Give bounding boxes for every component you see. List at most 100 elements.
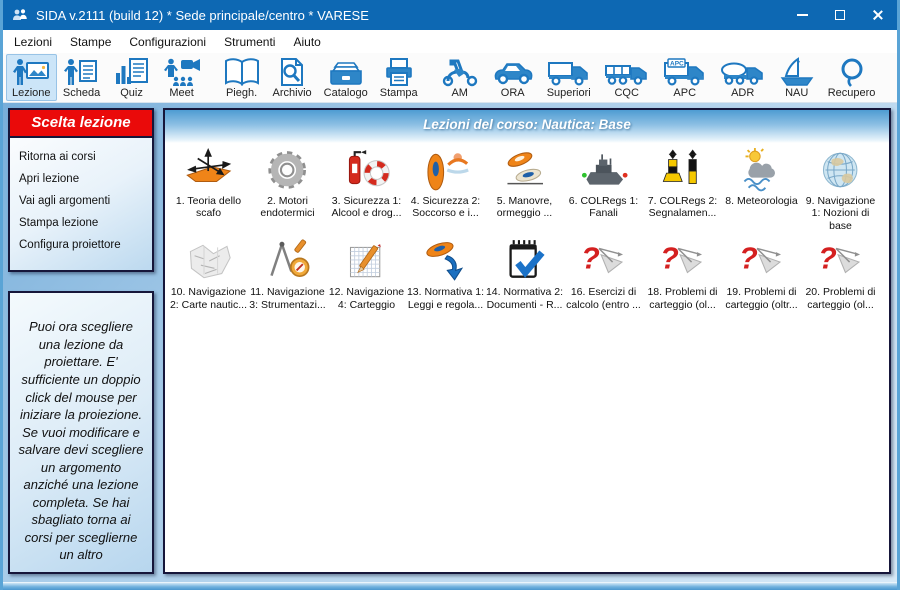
toolbar-button-nau[interactable]: NAU	[772, 54, 822, 101]
sidebar-item-stampa-lezione[interactable]: Stampa lezione	[10, 212, 152, 234]
drawer-icon	[327, 57, 365, 87]
toolbar-button-label: Quiz	[120, 87, 143, 99]
lesson-label: 5. Manovre, ormeggio ...	[485, 195, 564, 220]
toolbar-button-archivio[interactable]: Archivio	[267, 54, 318, 101]
sidebar-item-ritorna-ai-corsi[interactable]: Ritorna ai corsi	[10, 146, 152, 168]
users-icon	[12, 8, 28, 22]
toolbar-button-apc[interactable]: APC APC	[656, 54, 714, 101]
svg-text:APC: APC	[670, 61, 684, 68]
question-plot-icon: ?	[813, 238, 867, 284]
truck-trailer-icon	[604, 57, 650, 87]
lesson-item-18[interactable]: ? 18. Problemi di carteggio (ol...	[643, 238, 722, 311]
lesson-label: 8. Meteorologia	[725, 195, 797, 207]
toolbar-button-label: CQC	[614, 87, 638, 99]
question-plot-icon: ?	[655, 238, 709, 284]
lesson-label: 7. COLRegs 2: Segnalamen...	[643, 195, 722, 220]
lesson-item-8[interactable]: 8. Meteorologia	[722, 147, 801, 232]
info-box: Puoi ora scegliere una lezione da proiet…	[8, 291, 154, 574]
kayak-swimmer-icon	[418, 147, 472, 193]
lesson-item-6[interactable]: 6. COLRegs 1: Fanali	[564, 147, 643, 232]
main-panel: Lezioni del corso: Nautica: Base 1. Teor…	[163, 108, 891, 574]
toolbar-button-cqc[interactable]: CQC	[598, 54, 656, 101]
lesson-item-19[interactable]: ? 19. Problemi di carteggio (oltr...	[722, 238, 801, 311]
lesson-label: 3. Sicurezza 1: Alcool e drog...	[327, 195, 406, 220]
lesson-item-4[interactable]: 4. Sicurezza 2: Soccorso e i...	[406, 147, 485, 232]
toolbar-button-stampa[interactable]: Stampa	[374, 54, 424, 101]
close-button[interactable]	[859, 0, 897, 30]
sidebar-item-apri-lezione[interactable]: Apri lezione	[10, 168, 152, 190]
lesson-item-5[interactable]: 5. Manovre, ormeggio ...	[485, 147, 564, 232]
toolbar-button-label: Superiori	[547, 87, 591, 99]
lesson-label: 1. Teoria dello scafo	[169, 195, 248, 220]
weather-icon	[734, 147, 788, 193]
window-title: SIDA v.2111 (build 12) * Sede principale…	[36, 8, 369, 23]
lesson-item-11[interactable]: 11. Navigazione 3: Strumentazi...	[248, 238, 327, 311]
question-plot-icon: ?	[576, 238, 630, 284]
menu-stampe[interactable]: Stampe	[61, 32, 120, 52]
recovery-loop-icon	[833, 57, 871, 87]
notepad-check-icon	[497, 238, 551, 284]
toolbar-button-lezione[interactable]: Lezione	[6, 54, 57, 101]
toolbar: Lezione Scheda Quiz	[3, 53, 897, 103]
menu-aiuto[interactable]: Aiuto	[284, 32, 329, 52]
toolbar-button-label: ADR	[731, 87, 754, 99]
toolbar-button-label: Scheda	[63, 87, 100, 99]
toolbar-button-label: Stampa	[380, 87, 418, 99]
lesson-label: 2. Motori endotermici	[248, 195, 327, 220]
svg-text:?: ?	[819, 242, 838, 275]
toolbar-button-catalogo[interactable]: Catalogo	[318, 54, 374, 101]
lesson-item-9[interactable]: 9. Navigazione 1: Nozioni di base	[801, 147, 880, 232]
video-meeting-icon	[163, 57, 201, 87]
sidebar-item-configura-proiettore[interactable]: Configura proiettore	[10, 234, 152, 256]
lesson-item-16[interactable]: ? 16. Esercizi di calcolo (entro ...	[564, 238, 643, 311]
lesson-item-12[interactable]: 12. Navigazione 4: Carteggio	[327, 238, 406, 311]
lesson-label: 10. Navigazione 2: Carte nautic...	[169, 286, 248, 311]
open-book-icon	[223, 57, 261, 87]
lesson-item-20[interactable]: ? 20. Problemi di carteggio (ol...	[801, 238, 880, 311]
divider-compass-icon	[260, 238, 314, 284]
svg-text:?: ?	[661, 242, 680, 275]
menubar: Lezioni Stampe Configurazioni Strumenti …	[3, 30, 897, 53]
course-lessons-header: Lezioni del corso: Nautica: Base	[165, 110, 889, 143]
toolbar-button-label: Lezione	[12, 87, 51, 99]
toolbar-button-ora[interactable]: ORA	[486, 54, 540, 101]
truck-icon	[546, 57, 592, 87]
maximize-button[interactable]	[821, 0, 859, 30]
toolbar-button-quiz[interactable]: Quiz	[107, 54, 157, 101]
sidebar-panel-title: Scelta lezione	[10, 110, 152, 138]
minimize-button[interactable]	[783, 0, 821, 30]
menu-strumenti[interactable]: Strumenti	[215, 32, 284, 52]
lesson-label: 12. Navigazione 4: Carteggio	[327, 286, 406, 311]
lesson-item-2[interactable]: 2. Motori endotermici	[248, 147, 327, 232]
boat-arrow-icon	[418, 238, 472, 284]
toolbar-button-guida[interactable]: ? Guida	[891, 54, 900, 101]
toolbar-button-label: Catalogo	[324, 87, 368, 99]
toolbar-button-meet[interactable]: Meet	[157, 54, 207, 101]
toolbar-button-recupero[interactable]: Recupero	[822, 54, 882, 101]
minimize-icon	[797, 14, 808, 16]
lesson-label: 19. Problemi di carteggio (oltr...	[722, 286, 801, 311]
toolbar-button-label: Archivio	[273, 87, 312, 99]
lesson-row-1: 1. Teoria dello scafo 2. Motori endoterm…	[165, 143, 889, 234]
lesson-item-10[interactable]: 10. Navigazione 2: Carte nautic...	[169, 238, 248, 311]
toolbar-button-scheda[interactable]: Scheda	[57, 54, 107, 101]
window-bottom-frame	[3, 582, 897, 590]
lesson-item-7[interactable]: 7. COLRegs 2: Segnalamen...	[643, 147, 722, 232]
lesson-item-13[interactable]: 13. Normativa 1: Leggi e regola...	[406, 238, 485, 311]
toolbar-button-am[interactable]: AM	[434, 54, 486, 101]
lesson-item-1[interactable]: 1. Teoria dello scafo	[169, 147, 248, 232]
lesson-item-14[interactable]: 14. Normativa 2: Documenti - R...	[485, 238, 564, 311]
toolbar-button-label: AM	[451, 87, 468, 99]
toolbar-button-piegh[interactable]: Piegh.	[217, 54, 267, 101]
sidebar: Scelta lezione Ritorna ai corsi Apri lez…	[8, 108, 154, 574]
menu-configurazioni[interactable]: Configurazioni	[120, 32, 215, 52]
window-controls	[783, 0, 897, 30]
lesson-item-3[interactable]: 3. Sicurezza 1: Alcool e drog...	[327, 147, 406, 232]
lesson-label: 4. Sicurezza 2: Soccorso e i...	[406, 195, 485, 220]
menu-lezioni[interactable]: Lezioni	[5, 32, 61, 52]
document-search-icon	[273, 57, 311, 87]
toolbar-button-superiori[interactable]: Superiori	[540, 54, 598, 101]
toolbar-button-adr[interactable]: ADR	[714, 54, 772, 101]
sidebar-item-vai-agli-argomenti[interactable]: Vai agli argomenti	[10, 190, 152, 212]
toolbar-button-label: Meet	[169, 87, 193, 99]
